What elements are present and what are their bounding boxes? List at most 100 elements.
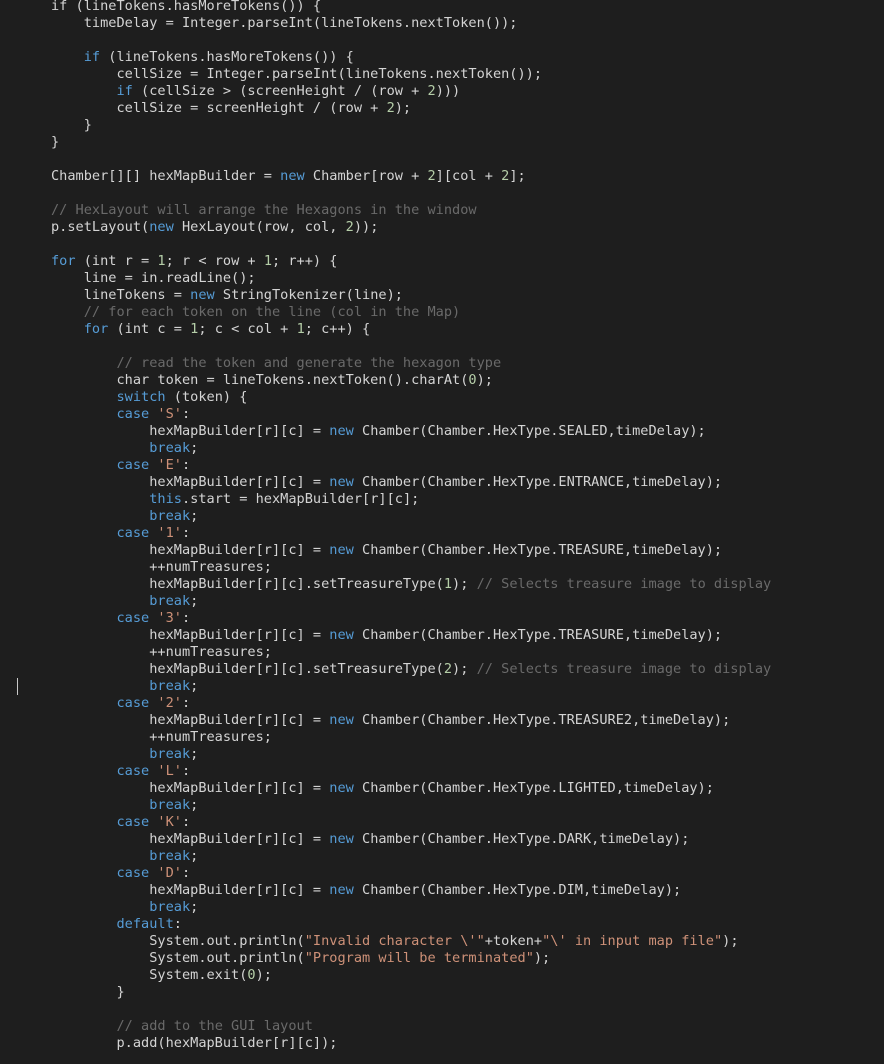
code-text: : (173, 916, 182, 932)
code-line[interactable]: p.setLayout(new HexLayout(row, col, 2)); (0, 219, 884, 236)
code-keyword: break (149, 797, 191, 813)
code-text: cellSize = screenHeight / (row + (51, 100, 387, 116)
code-line[interactable]: case 'L': (0, 763, 884, 780)
code-line[interactable]: lineTokens = new StringTokenizer(line); (0, 287, 884, 304)
code-text: : (181, 406, 191, 422)
code-line[interactable]: timeDelay = Integer.parseInt(lineTokens.… (0, 15, 884, 32)
code-keyword: new (329, 831, 354, 847)
code-line[interactable]: break; (0, 678, 884, 695)
code-line[interactable]: // add to the GUI layout (0, 1018, 884, 1035)
code-text: ; r++) { (272, 253, 338, 269)
code-line[interactable]: // HexLayout will arrange the Hexagons i… (0, 202, 884, 219)
code-keyword: new (329, 423, 354, 439)
code-line[interactable] (0, 151, 884, 168)
code-line[interactable]: if (lineTokens.hasMoreTokens()) { (0, 0, 884, 15)
code-area[interactable]: if (lineTokens.hasMoreTokens()) { timeDe… (0, 0, 884, 1052)
code-text: cellSize = Integer.parseInt(lineTokens.n… (51, 66, 543, 82)
code-text: : (181, 610, 191, 626)
code-line[interactable]: default: (0, 916, 884, 933)
code-text: hexMapBuilder[r][c] = (51, 780, 330, 796)
code-text: (int r = (75, 253, 158, 269)
code-line[interactable]: hexMapBuilder[r][c] = new Chamber(Chambe… (0, 423, 884, 440)
code-line[interactable]: case 'K': (0, 814, 884, 831)
code-line[interactable]: switch (token) { (0, 389, 884, 406)
code-line[interactable]: case '3': (0, 610, 884, 627)
code-line[interactable]: case 'E': (0, 457, 884, 474)
code-line[interactable]: // read the token and generate the hexag… (0, 355, 884, 372)
code-keyword: switch (116, 389, 166, 405)
code-text: timeDelay = Integer.parseInt(lineTokens.… (51, 15, 518, 31)
code-line[interactable]: this.start = hexMapBuilder[r][c]; (0, 491, 884, 508)
code-text: ][col + (435, 168, 502, 184)
code-line[interactable]: break; (0, 848, 884, 865)
code-line[interactable] (0, 236, 884, 253)
code-line[interactable]: case '2': (0, 695, 884, 712)
code-line[interactable]: hexMapBuilder[r][c] = new Chamber(Chambe… (0, 882, 884, 899)
code-line[interactable]: hexMapBuilder[r][c] = new Chamber(Chambe… (0, 627, 884, 644)
code-line[interactable]: Chamber[][] hexMapBuilder = new Chamber[… (0, 168, 884, 185)
code-line[interactable] (0, 185, 884, 202)
code-text: Chamber(Chamber.HexType.TREASURE,timeDel… (353, 542, 723, 558)
code-line[interactable]: break; (0, 746, 884, 763)
code-line[interactable] (0, 32, 884, 49)
code-keyword: break (149, 508, 191, 524)
code-comment: // Selects treasure image to display (476, 576, 772, 592)
code-line[interactable]: } (0, 984, 884, 1001)
code-line[interactable]: System.out.println("Program will be term… (0, 950, 884, 967)
code-text: ; (190, 797, 199, 813)
code-line[interactable]: line = in.readLine(); (0, 270, 884, 287)
code-text: : (181, 695, 191, 711)
code-keyword: case (116, 695, 150, 711)
code-keyword: case (116, 457, 150, 473)
code-line[interactable] (0, 1001, 884, 1018)
code-keyword: break (149, 899, 191, 915)
code-text: ; (190, 678, 199, 694)
code-keyword: if (116, 83, 133, 99)
code-line[interactable]: cellSize = Integer.parseInt(lineTokens.n… (0, 66, 884, 83)
code-line[interactable]: p.add(hexMapBuilder[r][c]); (0, 1035, 884, 1052)
code-number: 0 (468, 372, 477, 388)
code-text: Chamber(Chamber.HexType.LIGHTED,timeDela… (353, 780, 714, 796)
code-keyword: new (329, 780, 354, 796)
code-line[interactable]: if (cellSize > (screenHeight / (row + 2)… (0, 83, 884, 100)
code-line[interactable]: ++numTreasures; (0, 559, 884, 576)
code-line[interactable] (0, 338, 884, 355)
code-line[interactable]: hexMapBuilder[r][c] = new Chamber(Chambe… (0, 542, 884, 559)
code-keyword: new (329, 542, 354, 558)
code-line[interactable]: ++numTreasures; (0, 729, 884, 746)
code-line[interactable]: break; (0, 593, 884, 610)
code-text: System.exit( (51, 967, 248, 983)
code-line[interactable]: hexMapBuilder[r][c] = new Chamber(Chambe… (0, 474, 884, 491)
code-editor[interactable]: if (lineTokens.hasMoreTokens()) { timeDe… (0, 0, 884, 1064)
code-line[interactable]: for (int c = 1; c < col + 1; c++) { (0, 321, 884, 338)
code-line[interactable]: hexMapBuilder[r][c].setTreasureType(1); … (0, 576, 884, 593)
code-keyword: case (116, 610, 150, 626)
code-line[interactable]: hexMapBuilder[r][c] = new Chamber(Chambe… (0, 831, 884, 848)
code-line[interactable]: } (0, 117, 884, 134)
code-text: hexMapBuilder[r][c] = (51, 423, 330, 439)
code-line[interactable]: break; (0, 899, 884, 916)
code-line[interactable]: break; (0, 440, 884, 457)
code-line[interactable]: case 'S': (0, 406, 884, 423)
code-line[interactable]: hexMapBuilder[r][c] = new Chamber(Chambe… (0, 712, 884, 729)
code-line[interactable]: // for each token on the line (col in th… (0, 304, 884, 321)
code-line[interactable]: System.out.println("Invalid character \'… (0, 933, 884, 950)
code-line[interactable]: case '1': (0, 525, 884, 542)
code-line[interactable]: hexMapBuilder[r][c].setTreasureType(2); … (0, 661, 884, 678)
code-line[interactable]: System.exit(0); (0, 967, 884, 984)
code-line[interactable]: case 'D': (0, 865, 884, 882)
code-line[interactable]: break; (0, 508, 884, 525)
code-line[interactable]: char token = lineTokens.nextToken().char… (0, 372, 884, 389)
code-line[interactable]: if (lineTokens.hasMoreTokens()) { (0, 49, 884, 66)
code-line[interactable]: for (int r = 1; r < row + 1; r++) { (0, 253, 884, 270)
code-line[interactable]: hexMapBuilder[r][c] = new Chamber(Chambe… (0, 780, 884, 797)
code-line[interactable]: ++numTreasures; (0, 644, 884, 661)
code-line[interactable]: cellSize = screenHeight / (row + 2); (0, 100, 884, 117)
code-string: "\' in input map file" (542, 933, 723, 949)
code-text: : (181, 763, 191, 779)
code-line[interactable]: break; (0, 797, 884, 814)
code-line[interactable]: } (0, 134, 884, 151)
